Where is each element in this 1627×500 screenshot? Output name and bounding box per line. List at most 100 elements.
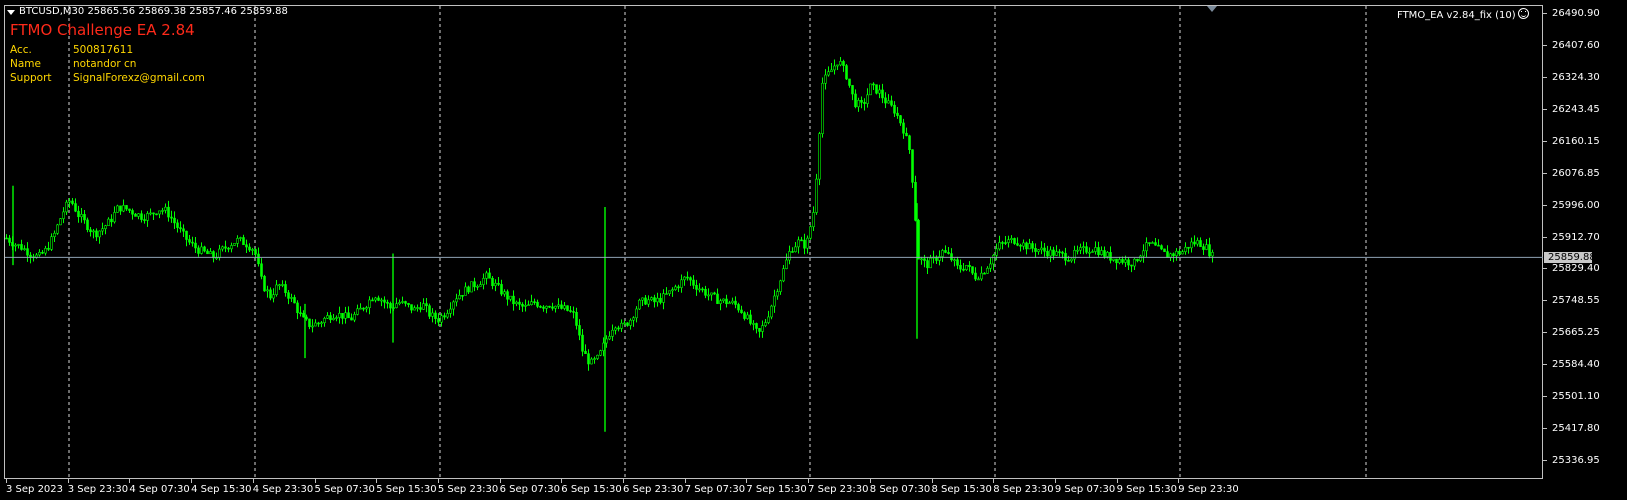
candle-body <box>650 297 653 301</box>
candle-body <box>1136 258 1139 262</box>
candle-body <box>317 322 320 325</box>
candle-body <box>314 322 317 327</box>
candle-body <box>68 200 71 203</box>
candle-body <box>770 305 773 318</box>
candle-body <box>557 304 560 307</box>
candle-body <box>1142 250 1145 257</box>
candle-body <box>644 297 647 305</box>
candle-body <box>209 251 212 255</box>
time-tick-mark <box>1054 479 1056 483</box>
candle-body <box>224 246 227 249</box>
candle-body <box>1160 245 1163 250</box>
candle-body <box>359 307 362 310</box>
candle-body <box>440 315 443 323</box>
candle-body <box>995 248 998 256</box>
candle-body <box>206 250 209 255</box>
candle-body <box>386 301 389 304</box>
candle-body <box>248 246 251 251</box>
candle-body <box>1211 252 1214 257</box>
candle-body <box>1076 249 1079 252</box>
candle-body <box>1088 251 1091 254</box>
candle-body <box>353 314 356 321</box>
candle-body <box>794 246 797 253</box>
candle-body <box>44 247 47 254</box>
candle-body <box>488 272 491 279</box>
indicator-label[interactable]: FTMO_EA v2.84_fix (10) <box>1397 8 1529 21</box>
candle-body <box>158 210 161 215</box>
candle-body <box>764 322 767 326</box>
time-tick-mark <box>67 479 69 483</box>
candle-body <box>1196 240 1199 245</box>
price-tick-label: 25501.10 <box>1552 391 1600 403</box>
candle-body <box>548 305 551 308</box>
candle-body <box>974 272 977 280</box>
candle-body <box>479 284 482 287</box>
candle-body <box>266 289 269 292</box>
time-tick-label: 8 Sep 07:30 <box>869 484 931 495</box>
candle-body <box>323 317 326 323</box>
candle-body <box>773 295 776 307</box>
candle-body <box>914 182 917 221</box>
candle-body <box>680 279 683 288</box>
candle-body <box>233 243 236 246</box>
candle-body <box>830 69 833 73</box>
candle-body <box>383 299 386 303</box>
candle-body <box>23 248 26 250</box>
candle-body <box>842 61 845 66</box>
candle-body <box>89 229 92 233</box>
candle-body <box>296 302 299 314</box>
candle-body <box>1178 250 1181 255</box>
candle-body <box>608 336 611 340</box>
candle-body <box>737 304 740 311</box>
candle-body <box>584 350 587 354</box>
ea-title: FTMO Challenge EA 2.84 <box>10 21 195 39</box>
candlestick-chart[interactable] <box>5 6 1543 478</box>
candle-body <box>821 82 824 134</box>
candle-body <box>446 313 449 318</box>
candle-body <box>338 313 341 318</box>
candle-body <box>980 272 983 280</box>
candle-body <box>662 293 665 303</box>
candle-body <box>1070 258 1073 262</box>
candle-body <box>947 252 950 254</box>
candle-body <box>365 307 368 310</box>
price-tick-mark <box>1543 332 1547 334</box>
candle-body <box>1022 242 1025 247</box>
candle-body <box>569 310 572 312</box>
candle-body <box>8 237 11 243</box>
candle-body <box>1049 249 1052 257</box>
candle-body <box>176 222 179 228</box>
candle-body <box>182 228 185 232</box>
chart-shift-marker-icon[interactable] <box>1207 6 1217 12</box>
chart-window[interactable]: BTCUSD,M30 25865.56 25869.38 25857.46 25… <box>0 0 1627 500</box>
candle-body <box>542 306 545 309</box>
candle-body <box>356 308 359 315</box>
candle-body <box>1133 258 1136 267</box>
candle-body <box>38 251 41 256</box>
price-tick-mark <box>1543 268 1547 270</box>
candle-body <box>656 297 659 303</box>
candle-body <box>47 247 50 250</box>
candle-body <box>965 264 968 271</box>
time-tick-label: 7 Sep 15:30 <box>746 484 807 495</box>
candle-body <box>1016 243 1019 246</box>
candle-body <box>923 258 926 261</box>
price-tick-mark <box>1543 428 1547 430</box>
price-tick-mark <box>1543 140 1547 142</box>
price-tick-label: 25829.40 <box>1552 263 1600 275</box>
candle-body <box>1205 244 1208 250</box>
candle-body <box>659 297 662 303</box>
candle-body <box>836 64 839 67</box>
candle-body <box>482 278 485 285</box>
candle-body <box>380 299 383 302</box>
time-tick-label: 8 Sep 15:30 <box>931 484 992 495</box>
window-menu-icon[interactable] <box>7 10 15 15</box>
candle-body <box>119 205 122 212</box>
price-tick-label: 26243.45 <box>1552 103 1600 115</box>
candle-body <box>362 307 365 310</box>
candle-body <box>785 259 788 269</box>
candle-body <box>929 257 932 269</box>
candle-body <box>875 84 878 94</box>
price-tick-label: 25912.70 <box>1552 231 1600 243</box>
price-tick-label: 25336.95 <box>1552 455 1600 466</box>
